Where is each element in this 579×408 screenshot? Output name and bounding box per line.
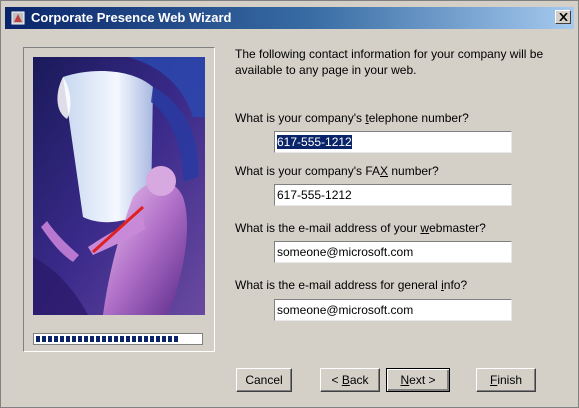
- back-button[interactable]: < Back: [320, 368, 380, 392]
- wizard-progress-bar: [33, 333, 203, 345]
- close-icon: [559, 13, 568, 21]
- general-info-email-field[interactable]: someone@microsoft.com: [274, 299, 512, 321]
- wizard-illustration-panel: [23, 47, 215, 352]
- window-title: Corporate Presence Web Wizard: [31, 10, 232, 25]
- next-button[interactable]: Next >: [386, 368, 450, 392]
- cancel-button[interactable]: Cancel: [236, 368, 292, 392]
- telephone-field[interactable]: 617-555-1212: [274, 131, 512, 153]
- cancel-button-label: Cancel: [245, 372, 283, 387]
- webmaster-email-label: What is the e-mail address of your webma…: [235, 221, 486, 235]
- finish-button[interactable]: Finish: [476, 368, 536, 392]
- progress-fill: [36, 336, 180, 342]
- general-info-email-label: What is the e-mail address for general i…: [235, 278, 468, 292]
- wizard-dialog: Corporate Presence Web Wizard The follow…: [0, 0, 579, 408]
- title-bar[interactable]: Corporate Presence Web Wizard: [5, 7, 574, 29]
- telephone-label: What is your company's telephone number?: [235, 111, 469, 125]
- fax-label: What is your company's FAX number?: [235, 164, 439, 178]
- fax-field[interactable]: 617-555-1212: [274, 184, 512, 206]
- close-button[interactable]: [555, 10, 571, 24]
- intro-text: The following contact information for yo…: [235, 47, 544, 77]
- webmaster-email-field[interactable]: someone@microsoft.com: [274, 241, 512, 263]
- wizard-illustration: [33, 57, 205, 315]
- wizard-app-icon: [10, 10, 26, 26]
